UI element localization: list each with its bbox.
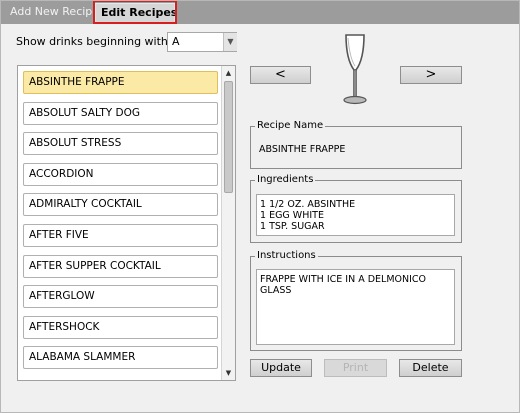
ingredient-line: 1 1/2 OZ. ABSINTHE (260, 199, 356, 210)
scroll-thumb[interactable] (224, 81, 233, 193)
drink-list-item[interactable]: AFTER SUPPER COCKTAIL (23, 255, 218, 278)
drink-list-item[interactable]: AFTERGLOW (23, 285, 218, 308)
delete-button[interactable]: Delete (399, 359, 462, 377)
letter-dropdown-value: A (172, 35, 180, 48)
drink-list-item[interactable]: ACCORDION (23, 163, 218, 186)
drink-list-item[interactable]: ABSINTHE FRAPPE (23, 71, 218, 94)
next-button[interactable]: > (400, 66, 462, 84)
drink-list-item[interactable]: ABSOLUT STRESS (23, 132, 218, 155)
tab-highlight-outline (93, 0, 177, 24)
tab-add-new-recipe[interactable]: Add New Recipe (5, 3, 104, 23)
ingredient-line: 1 TSP. SUGAR (260, 221, 325, 232)
recipe-name-group: Recipe Name ABSINTHE FRAPPE (250, 119, 462, 169)
champagne-flute-icon (335, 32, 375, 108)
previous-button[interactable]: < (250, 66, 311, 84)
recipe-name-value: ABSINTHE FRAPPE (259, 144, 346, 155)
show-drinks-label: Show drinks beginning with: (16, 35, 172, 48)
drink-list-item[interactable]: ABSOLUT SALTY DOG (23, 102, 218, 125)
drink-list-item[interactable]: ALABAMA SLAMMER (23, 346, 218, 369)
drink-list-item[interactable]: ADMIRALTY COCKTAIL (23, 193, 218, 216)
ingredients-title: Ingredients (255, 173, 316, 187)
scroll-down-icon[interactable]: ▼ (222, 366, 235, 380)
ingredients-group: Ingredients 1 1/2 OZ. ABSINTHE 1 EGG WHI… (250, 173, 462, 243)
instructions-field[interactable]: FRAPPE WITH ICE IN A DELMONICO GLASS (256, 269, 455, 345)
chevron-down-icon[interactable]: ▼ (223, 33, 237, 51)
drink-list-item[interactable]: AFTERSHOCK (23, 316, 218, 339)
drink-list-item[interactable]: AFTER FIVE (23, 224, 218, 247)
list-scrollbar[interactable]: ▲ ▼ (221, 66, 235, 380)
drink-list[interactable]: ABSINTHE FRAPPE ABSOLUT SALTY DOG ABSOLUT … (17, 65, 236, 381)
ingredient-line: 1 EGG WHITE (260, 210, 324, 221)
print-button[interactable]: Print (324, 359, 387, 377)
recipe-name-title: Recipe Name (255, 119, 326, 133)
ingredients-field[interactable]: 1 1/2 OZ. ABSINTHE 1 EGG WHITE 1 TSP. SU… (256, 194, 455, 236)
update-button[interactable]: Update (250, 359, 312, 377)
instructions-text: FRAPPE WITH ICE IN A DELMONICO GLASS (260, 274, 427, 296)
letter-dropdown[interactable]: A ▼ (167, 32, 237, 52)
instructions-title: Instructions (255, 249, 318, 263)
scroll-up-icon[interactable]: ▲ (222, 66, 235, 80)
instructions-group: Instructions FRAPPE WITH ICE IN A DELMON… (250, 249, 462, 351)
